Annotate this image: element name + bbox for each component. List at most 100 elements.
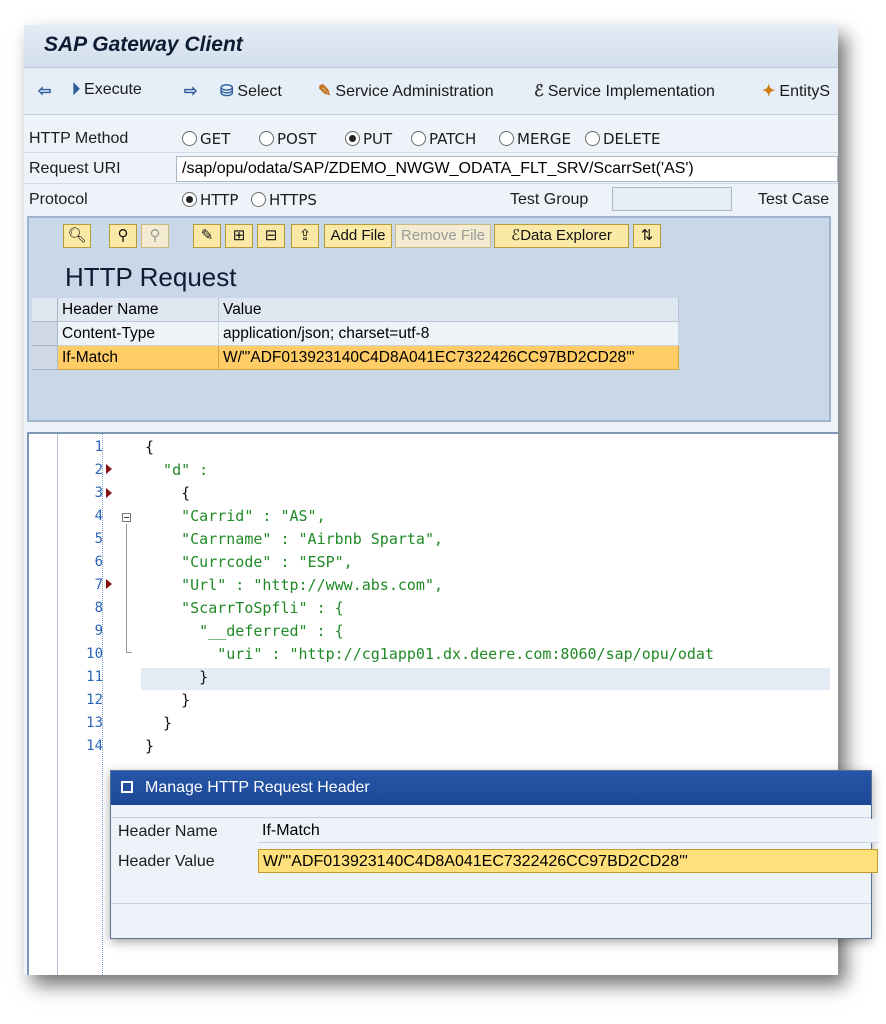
details-button[interactable]: 🔍︎ bbox=[63, 224, 91, 248]
code-line: { bbox=[145, 438, 155, 456]
header-value-cell[interactable]: application/json; charset=utf-8 bbox=[219, 322, 679, 346]
method-delete-radio[interactable]: DELETE bbox=[585, 130, 661, 148]
test-group-input[interactable] bbox=[612, 187, 732, 211]
add-file-button[interactable]: Add File bbox=[324, 224, 392, 248]
row-selector[interactable] bbox=[32, 346, 58, 370]
test-group-label: Test Group bbox=[510, 191, 589, 208]
fold-guide bbox=[126, 524, 127, 652]
manage-header-dialog: Manage HTTP Request Header Header Name I… bbox=[110, 770, 878, 939]
method-patch-radio[interactable]: PATCH bbox=[411, 130, 476, 148]
execute-button[interactable]: ⏵ Execute bbox=[72, 81, 142, 99]
pencil-icon: ✎ bbox=[200, 227, 214, 244]
select-button[interactable]: ⛁ Select bbox=[220, 81, 282, 101]
breakpoint-arrow-icon bbox=[106, 464, 112, 474]
arrow-right-icon: ⇨ bbox=[184, 83, 198, 100]
header-name-field[interactable]: If-Match bbox=[258, 819, 878, 843]
breakpoint-arrow-icon bbox=[106, 579, 112, 589]
line-number: 11 bbox=[86, 669, 103, 685]
breakpoint-arrow-icon bbox=[106, 488, 112, 498]
code-line: } bbox=[145, 714, 173, 732]
edit-button[interactable]: ✎ bbox=[193, 224, 221, 248]
back-button[interactable]: ⇦ bbox=[38, 81, 55, 101]
protocol-https-radio[interactable]: HTTPS bbox=[251, 191, 317, 209]
method-get-radio[interactable]: GET bbox=[182, 130, 230, 148]
column-settings-icon[interactable] bbox=[32, 298, 58, 322]
dialog-title: Manage HTTP Request Header bbox=[145, 779, 370, 796]
request-uri-input[interactable]: /sap/opu/odata/SAP/ZDEMO_NWGW_ODATA_FLT_… bbox=[176, 156, 838, 182]
col-header-name[interactable]: Header Name bbox=[58, 298, 219, 322]
code-line: "__deferred" : { bbox=[145, 622, 344, 640]
header-value-label: Header Value bbox=[118, 853, 215, 870]
protocol-https-label: HTTPS bbox=[269, 191, 317, 209]
line-number: 10 bbox=[86, 646, 103, 662]
find-next-button[interactable]: ⚲ bbox=[141, 224, 169, 248]
service-implementation-button[interactable]: ℰ Service Implementation bbox=[534, 81, 715, 101]
magnifier-icon: 🔍︎ bbox=[67, 227, 87, 244]
line-number: 8 bbox=[94, 600, 103, 616]
row-selector[interactable] bbox=[32, 322, 58, 346]
code-line: "d" : bbox=[145, 461, 209, 479]
method-post-radio[interactable]: POST bbox=[259, 130, 317, 148]
database-icon: ⛁ bbox=[220, 83, 234, 100]
service-implementation-label: Service Implementation bbox=[547, 83, 715, 100]
method-merge-radio[interactable]: MERGE bbox=[499, 130, 571, 148]
remove-file-button[interactable]: Remove File bbox=[395, 224, 491, 248]
method-put-radio[interactable]: PUT bbox=[345, 130, 392, 148]
code-line: "uri" : "http://cg1app01.dx.deere.com:80… bbox=[145, 645, 714, 663]
line-number: 2 bbox=[94, 462, 103, 478]
line-number: 6 bbox=[94, 554, 103, 570]
code-line: "ScarrToSpfli" : { bbox=[145, 599, 344, 617]
radio-circle-selected bbox=[182, 192, 197, 207]
divider bbox=[111, 903, 871, 904]
glasses-icon: ℰ bbox=[511, 227, 521, 244]
entity-sets-button[interactable]: ✦ EntityS bbox=[762, 81, 830, 101]
add-header-button[interactable]: ⊞ bbox=[225, 224, 253, 248]
swap-button[interactable]: ⇅ bbox=[633, 224, 661, 248]
test-case-label: Test Case bbox=[758, 191, 830, 208]
col-header-value[interactable]: Value bbox=[219, 298, 679, 322]
radio-circle bbox=[585, 131, 600, 146]
divider bbox=[111, 817, 871, 818]
forward-button[interactable]: ⇨ bbox=[184, 81, 201, 101]
service-administration-label: Service Administration bbox=[335, 83, 494, 100]
protocol-http-label: HTTP bbox=[200, 191, 239, 209]
remove-row-icon: ⊟ bbox=[264, 227, 278, 244]
method-delete-label: DELETE bbox=[603, 130, 661, 148]
remove-header-button[interactable]: ⊟ bbox=[257, 224, 285, 248]
data-explorer-button[interactable]: ℰData Explorer bbox=[494, 224, 629, 248]
execute-label: Execute bbox=[84, 81, 142, 98]
fold-guide-end bbox=[126, 652, 132, 653]
swap-icon: ⇅ bbox=[640, 227, 654, 244]
radio-circle bbox=[411, 131, 426, 146]
code-line: } bbox=[145, 668, 209, 686]
find-button[interactable]: ⚲ bbox=[109, 224, 137, 248]
header-name-cell[interactable]: Content-Type bbox=[58, 322, 219, 346]
upload-button[interactable]: ⇪ bbox=[291, 224, 319, 248]
header-value-input[interactable]: W/"'ADF013923140C4D8A041EC7322426CC97BD2… bbox=[258, 849, 878, 873]
add-row-icon: ⊞ bbox=[232, 227, 246, 244]
protocol-http-radio[interactable]: HTTP bbox=[182, 191, 238, 209]
line-number: 5 bbox=[94, 531, 103, 547]
binoculars-next-icon: ⚲ bbox=[149, 227, 161, 244]
radio-circle-selected bbox=[345, 131, 360, 146]
method-merge-label: MERGE bbox=[517, 130, 571, 148]
line-number: 12 bbox=[86, 692, 103, 708]
header-name-cell[interactable]: If-Match bbox=[58, 346, 219, 370]
http-method-label: HTTP Method bbox=[29, 130, 129, 147]
entity-icon: ✦ bbox=[762, 83, 776, 100]
arrow-left-icon: ⇦ bbox=[38, 83, 52, 100]
radio-circle bbox=[251, 192, 266, 207]
protocol-label: Protocol bbox=[29, 191, 88, 208]
code-line: "Carrid" : "AS", bbox=[145, 507, 326, 525]
header-name-label: Header Name bbox=[118, 823, 218, 840]
line-number: 9 bbox=[94, 623, 103, 639]
header-value-cell[interactable]: W/"'ADF013923140C4D8A041EC7322426CC97BD2… bbox=[219, 346, 679, 370]
service-administration-button[interactable]: ✎ Service Administration bbox=[318, 81, 494, 101]
data-explorer-label: Data Explorer bbox=[520, 227, 612, 244]
execute-icon: ⏵ bbox=[72, 81, 81, 98]
fold-collapse-icon[interactable] bbox=[122, 513, 131, 522]
edit-doc-icon: ✎ bbox=[318, 83, 332, 100]
dialog-title-bar[interactable]: Manage HTTP Request Header bbox=[111, 771, 871, 805]
line-number: 1 bbox=[94, 439, 103, 455]
method-put-label: PUT bbox=[363, 130, 393, 148]
